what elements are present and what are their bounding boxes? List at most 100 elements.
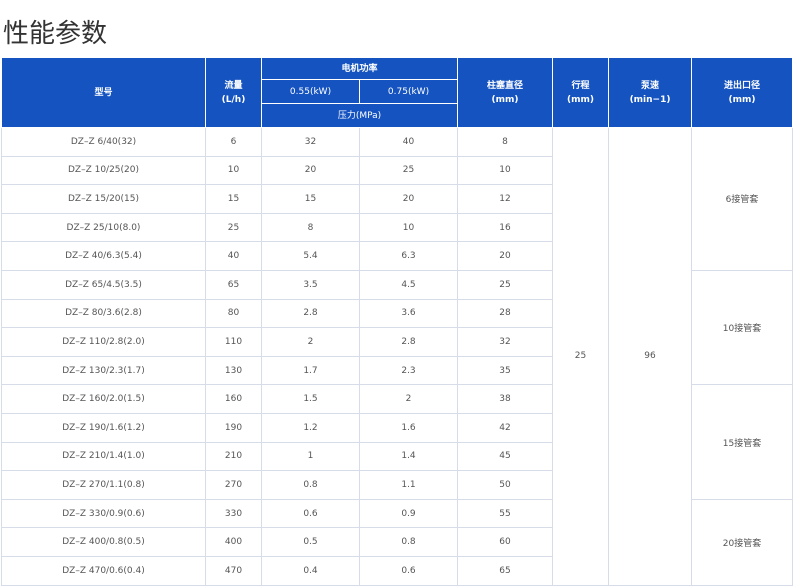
cell-plunger: 10	[457, 155, 554, 186]
cell-flow: 190	[205, 412, 262, 443]
cell-plunger: 50	[457, 470, 554, 500]
cell-pressure-075: 0.9	[358, 498, 459, 529]
cell-model: DZ–Z 80/3.6(2.8)	[1, 298, 206, 329]
cell-plunger: 16	[457, 212, 554, 243]
cell-pressure-075: 1.1	[358, 470, 459, 500]
cell-flow: 470	[205, 555, 262, 586]
cell-pressure-075: 20	[358, 184, 459, 214]
cell-pressure-055: 20	[261, 155, 360, 186]
table-row: DZ–Z 6/40(32) 6 32 40 8 25 96 6接管套	[1, 127, 794, 586]
cell-model: DZ–Z 6/40(32)	[1, 127, 206, 157]
header-model: 型号	[1, 57, 206, 128]
cell-plunger: 25	[457, 269, 554, 300]
cell-pressure-075: 6.3	[358, 241, 459, 271]
cell-model: DZ–Z 25/10(8.0)	[1, 212, 206, 243]
cell-model: DZ–Z 190/1.6(1.2)	[1, 412, 206, 443]
header-flow: 流量 (L/h)	[205, 57, 262, 128]
cell-model: DZ–Z 40/6.3(5.4)	[1, 241, 206, 271]
cell-pressure-055: 1.5	[261, 384, 360, 414]
cell-flow: 160	[205, 384, 262, 414]
cell-pressure-075: 3.6	[358, 298, 459, 329]
cell-pressure-055: 2	[261, 327, 360, 357]
cell-pressure-055: 0.8	[261, 470, 360, 500]
cell-model: DZ–Z 160/2.0(1.5)	[1, 384, 206, 414]
cell-pump-speed: 96	[608, 127, 693, 586]
cell-plunger: 42	[457, 412, 554, 443]
cell-pressure-055: 0.4	[261, 555, 360, 586]
cell-flow: 210	[205, 441, 262, 472]
cell-flow: 40	[205, 241, 262, 271]
header-pressure: 压力(MPa)	[260, 103, 459, 128]
header-pump-speed: 泵速 (min−1)	[608, 57, 693, 128]
cell-model: DZ–Z 130/2.3(1.7)	[1, 355, 206, 386]
cell-model: DZ–Z 210/1.4(1.0)	[1, 441, 206, 472]
cell-flow: 270	[205, 470, 262, 500]
cell-plunger: 32	[457, 327, 554, 357]
cell-pressure-075: 40	[358, 127, 459, 157]
cell-plunger: 65	[457, 555, 554, 586]
cell-flow: 130	[205, 355, 262, 386]
cell-pressure-055: 1	[261, 441, 360, 472]
cell-model: DZ–Z 65/4.5(3.5)	[1, 269, 206, 300]
cell-pressure-055: 8	[261, 212, 360, 243]
cell-flow: 65	[205, 269, 262, 300]
cell-plunger: 45	[457, 441, 554, 472]
header-stroke: 行程 (mm)	[552, 57, 610, 128]
cell-port: 10接管套	[691, 269, 794, 386]
cell-model: DZ–Z 110/2.8(2.0)	[1, 327, 206, 357]
cell-pressure-075: 0.8	[358, 527, 459, 557]
header-motor-power: 电机功率	[260, 57, 459, 80]
cell-pressure-055: 1.2	[261, 412, 360, 443]
cell-flow: 25	[205, 212, 262, 243]
cell-pressure-055: 2.8	[261, 298, 360, 329]
cell-pressure-075: 4.5	[358, 269, 459, 300]
cell-pressure-055: 3.5	[261, 269, 360, 300]
cell-flow: 15	[205, 184, 262, 214]
cell-flow: 330	[205, 498, 262, 529]
cell-pressure-055: 1.7	[261, 355, 360, 386]
cell-flow: 400	[205, 527, 262, 557]
cell-pressure-055: 0.6	[261, 498, 360, 529]
cell-model: DZ–Z 470/0.6(0.4)	[1, 555, 206, 586]
cell-pressure-075: 25	[358, 155, 459, 186]
cell-model: DZ–Z 270/1.1(0.8)	[1, 470, 206, 500]
cell-plunger: 55	[457, 498, 554, 529]
cell-pressure-075: 10	[358, 212, 459, 243]
cell-pressure-055: 15	[261, 184, 360, 214]
cell-flow: 110	[205, 327, 262, 357]
cell-flow: 6	[205, 127, 262, 157]
header-power-075: 0.75(kW)	[358, 79, 459, 104]
table-body: DZ–Z 6/40(32) 6 32 40 8 25 96 6接管套 DZ–Z 10/25(20…	[1, 127, 794, 586]
cell-plunger: 8	[457, 127, 554, 157]
cell-model: DZ–Z 330/0.9(0.6)	[1, 498, 206, 529]
cell-pressure-055: 0.5	[261, 527, 360, 557]
cell-plunger: 20	[457, 241, 554, 271]
cell-pressure-075: 1.4	[358, 441, 459, 472]
header-plunger: 柱塞直径 (mm)	[457, 57, 554, 128]
page-title: 性能参数	[3, 19, 108, 50]
cell-model: DZ–Z 15/20(15)	[1, 184, 206, 214]
cell-flow: 10	[205, 155, 262, 186]
cell-port: 20接管套	[691, 498, 794, 586]
cell-pressure-075: 2.8	[358, 327, 459, 357]
header-port: 进出口径 (mm)	[691, 57, 794, 128]
cell-model: DZ–Z 400/0.8(0.5)	[1, 527, 206, 557]
cell-pressure-055: 32	[261, 127, 360, 157]
table-header: 型号 流量 (L/h) 电机功率 柱塞直径 (mm) 行程 (mm) 泵速 (m…	[1, 57, 794, 128]
cell-port: 6接管套	[691, 127, 794, 271]
cell-plunger: 60	[457, 527, 554, 557]
cell-pressure-075: 2	[358, 384, 459, 414]
performance-table: 型号 流量 (L/h) 电机功率 柱塞直径 (mm) 行程 (mm) 泵速 (m…	[1, 57, 794, 586]
cell-model: DZ–Z 10/25(20)	[1, 155, 206, 186]
cell-plunger: 38	[457, 384, 554, 414]
cell-port: 15接管套	[691, 384, 794, 500]
cell-flow: 80	[205, 298, 262, 329]
cell-pressure-055: 5.4	[261, 241, 360, 271]
header-power-055: 0.55(kW)	[261, 79, 360, 104]
cell-plunger: 28	[457, 298, 554, 329]
cell-plunger: 12	[457, 184, 554, 214]
cell-stroke: 25	[552, 127, 610, 586]
cell-pressure-075: 1.6	[358, 412, 459, 443]
cell-pressure-075: 0.6	[358, 555, 459, 586]
cell-plunger: 35	[457, 355, 554, 386]
